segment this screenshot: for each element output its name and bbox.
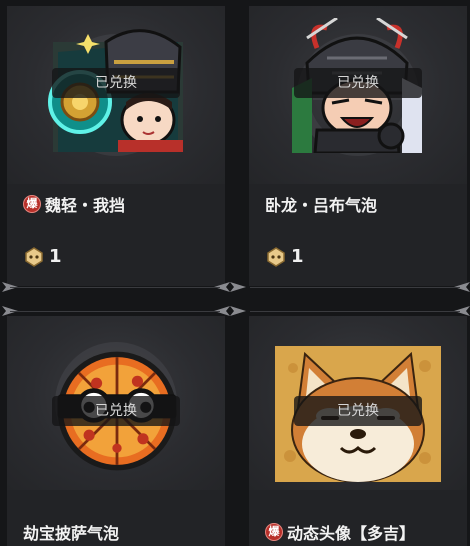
- item-card-3[interactable]: 已兑换 劫宝披萨气泡: [7, 316, 225, 546]
- card-title: 动态头像【多吉】: [287, 524, 416, 543]
- card-title: 卧龙・吕布气泡: [265, 196, 378, 215]
- redeemed-badge: 已兑换: [52, 396, 180, 426]
- row-divider: [250, 287, 460, 288]
- row-divider: [10, 311, 220, 312]
- item-card-1[interactable]: 已兑换 爆 魏轻・我挡 1: [7, 6, 225, 286]
- price-value: 1: [291, 246, 304, 267]
- price-row: 1: [267, 246, 304, 267]
- card-info: 爆 魏轻・我挡 1: [7, 184, 225, 286]
- redeemed-badge: 已兑换: [294, 68, 422, 98]
- card-info: 劫宝披萨气泡: [7, 490, 225, 546]
- redeemed-badge: 已兑换: [294, 396, 422, 426]
- card-image-area: 已兑换: [7, 6, 225, 184]
- row-divider: [10, 287, 220, 288]
- card-title-row: 卧龙・吕布气泡: [265, 192, 377, 216]
- burst-badge-icon: 爆: [23, 195, 41, 213]
- card-info: 卧龙・吕布气泡 1: [249, 184, 467, 286]
- card-image-area: 已兑换: [7, 316, 225, 490]
- coin-icon: [25, 246, 43, 267]
- corner-marker-icon: [230, 306, 246, 316]
- card-title: 魏轻・我挡: [45, 196, 126, 215]
- row-divider: [250, 311, 460, 312]
- card-title-row: 爆 魏轻・我挡: [23, 192, 125, 216]
- card-title-row: 爆 动态头像【多吉】: [265, 520, 415, 544]
- card-image-area: 已兑换: [249, 6, 467, 184]
- coin-icon: [267, 246, 285, 267]
- card-title-row: 劫宝披萨气泡: [23, 520, 119, 544]
- card-image-area: 已兑换: [249, 316, 467, 490]
- corner-marker-icon: [230, 282, 246, 292]
- price-value: 1: [49, 246, 62, 267]
- item-card-4[interactable]: 已兑换 爆 动态头像【多吉】: [249, 316, 467, 546]
- card-info: 爆 动态头像【多吉】: [249, 490, 467, 546]
- burst-badge-icon: 爆: [265, 523, 283, 541]
- redeemed-badge: 已兑换: [52, 68, 180, 98]
- price-row: 1: [25, 246, 62, 267]
- item-card-2[interactable]: 已兑换 卧龙・吕布气泡 1: [249, 6, 467, 286]
- card-title: 劫宝披萨气泡: [23, 524, 120, 543]
